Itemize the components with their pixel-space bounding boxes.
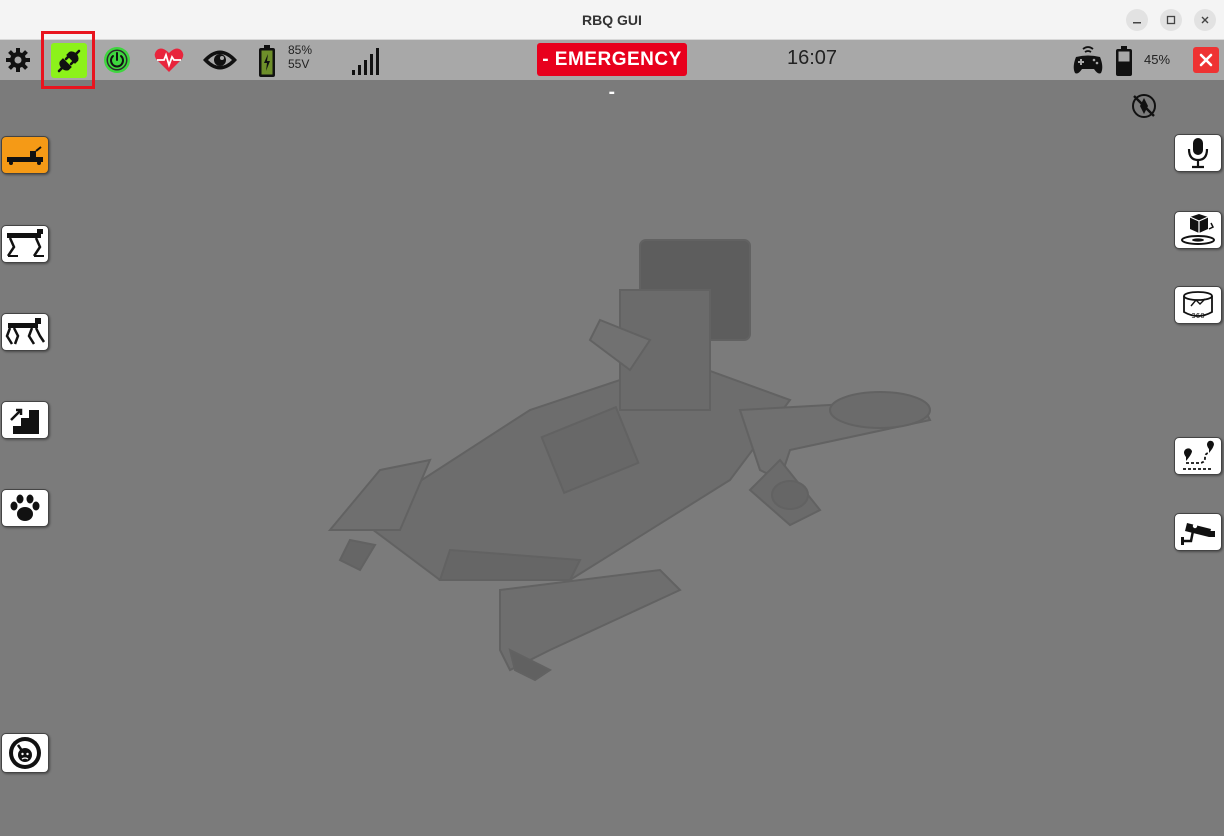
eye-icon	[203, 50, 237, 70]
gear-icon	[6, 48, 30, 72]
health-button[interactable]	[152, 46, 186, 74]
minimize-icon	[1133, 22, 1141, 24]
view-button[interactable]	[200, 47, 240, 73]
svg-text:360: 360	[1191, 312, 1204, 320]
power-button[interactable]	[102, 45, 132, 75]
3d-map-icon	[1181, 214, 1215, 245]
window-title: RBQ GUI	[582, 12, 642, 28]
minimize-button[interactable]	[1126, 9, 1148, 31]
3d-mapping-button[interactable]	[1174, 211, 1222, 249]
robot-model-view	[327, 239, 932, 682]
stairs-icon	[10, 408, 39, 434]
settings-button[interactable]	[4, 46, 32, 74]
heartbeat-icon	[154, 48, 184, 72]
surveillance-camera-button[interactable]	[1174, 513, 1222, 551]
controller-battery-percent: 45%	[1144, 52, 1171, 67]
window-titlebar: RBQ GUI	[0, 0, 1224, 40]
robot-battery-text: 85% 55V	[288, 43, 312, 71]
stand-icon	[6, 229, 44, 257]
clock: 16:07	[786, 47, 838, 69]
lie-down-icon	[7, 146, 43, 165]
microphone-icon	[1187, 138, 1209, 169]
route-path-icon	[1183, 440, 1214, 470]
speedometer-icon	[9, 737, 41, 769]
controller-battery-indicator	[1114, 44, 1134, 77]
mode-stairs-button[interactable]	[1, 401, 49, 439]
mode-stand-button[interactable]	[1, 225, 49, 263]
robot-battery-indicator	[256, 43, 278, 78]
signal-strength-icon	[352, 48, 379, 75]
power-icon	[104, 47, 130, 73]
mode-pet-button[interactable]	[1, 489, 49, 527]
maximize-icon	[1166, 15, 1176, 25]
360-camera-icon: 360	[1183, 291, 1213, 320]
remote-controller-indicator	[1072, 45, 1104, 75]
360-camera-button[interactable]: 360	[1174, 286, 1222, 324]
gamepad-icon	[1073, 46, 1103, 74]
compass-off-icon	[1132, 94, 1156, 118]
maximize-button[interactable]	[1160, 9, 1182, 31]
close-icon	[1199, 53, 1213, 67]
cctv-camera-icon	[1181, 523, 1215, 545]
speed-mode-button[interactable]	[1, 733, 49, 773]
mode-lie-down-button[interactable]	[1, 136, 49, 174]
paw-icon	[10, 494, 40, 521]
battery-voltage: 55V	[288, 57, 310, 71]
navigation-off-button[interactable]	[1130, 92, 1158, 120]
voice-button[interactable]	[1174, 134, 1222, 172]
walk-icon	[5, 318, 46, 345]
mode-walk-button[interactable]	[1, 313, 49, 351]
close-icon	[1201, 16, 1209, 24]
emergency-status-badge[interactable]: - EMERGENCY -	[537, 43, 687, 103]
battery-icon	[1116, 45, 1132, 76]
signal-indicator	[348, 46, 382, 76]
battery-percent: 85%	[288, 43, 313, 57]
route-navigation-button[interactable]	[1174, 437, 1222, 475]
battery-charging-icon	[259, 44, 275, 77]
app-close-button[interactable]	[1193, 47, 1219, 73]
window-close-button[interactable]	[1194, 9, 1216, 31]
highlight-box	[41, 31, 95, 89]
